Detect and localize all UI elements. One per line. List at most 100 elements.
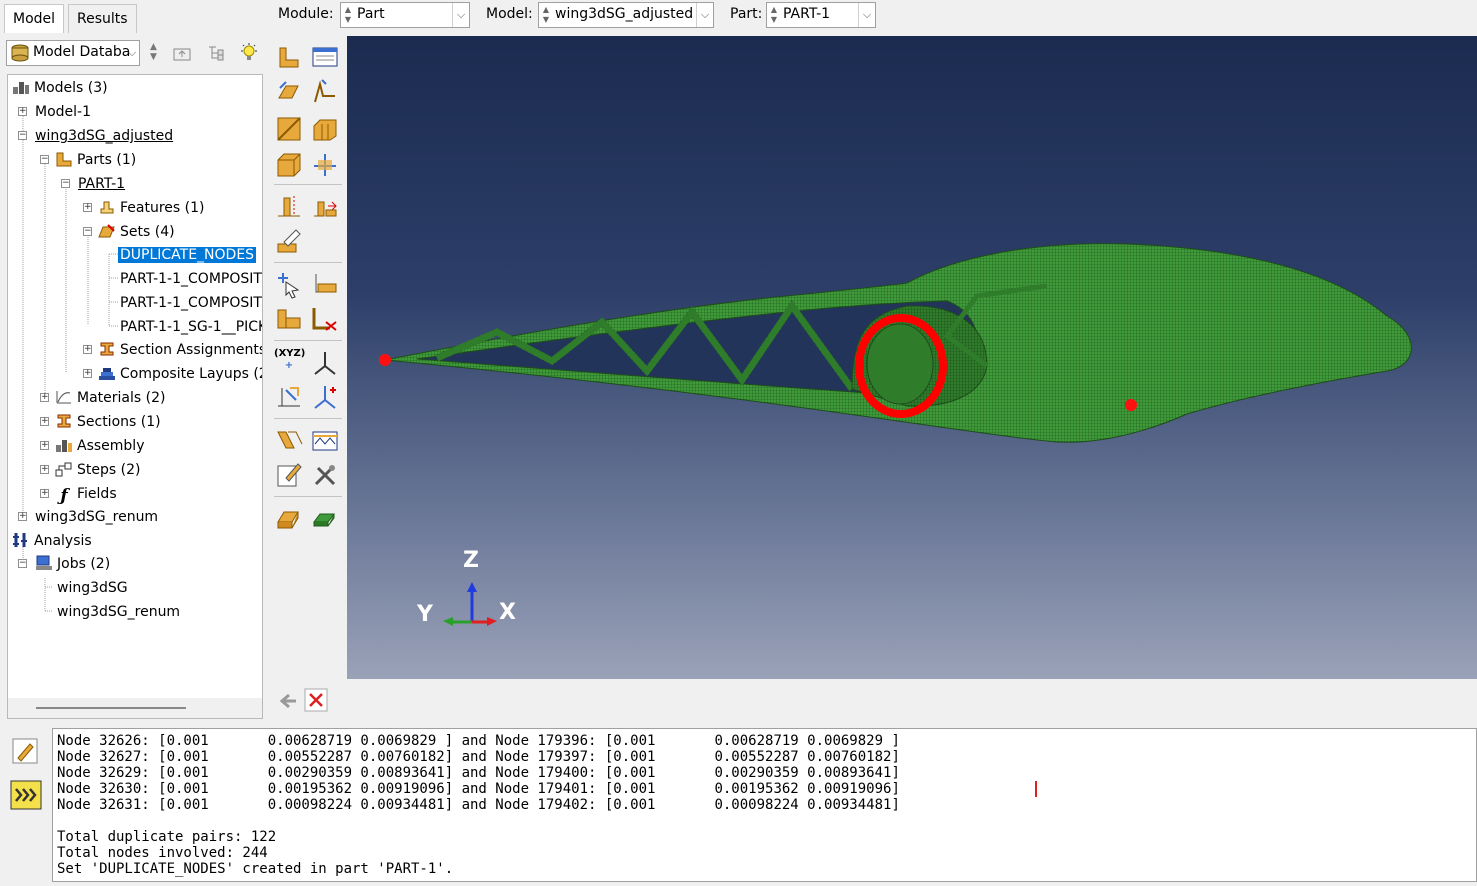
mesh-part-icon[interactable] [310, 426, 340, 456]
expand-icon[interactable]: + [40, 465, 49, 474]
tab-results[interactable]: Results [68, 4, 137, 33]
materials-icon [56, 391, 71, 404]
tree-item-wing3dsg-renum[interactable]: wing3dSG_renum [35, 506, 158, 528]
tree-item-section-assignments[interactable]: Section Assignments [98, 339, 263, 361]
viewport[interactable]: Z Y X [347, 36, 1477, 679]
expand-icon[interactable]: + [18, 512, 27, 521]
assign-section-icon[interactable] [274, 504, 304, 534]
chevron-down-icon[interactable]: ⌵ [858, 3, 875, 27]
tree-item-part-1[interactable]: PART-1 [78, 173, 125, 195]
tree-item-pick-set[interactable]: PART-1-1_SG-1__PICK [120, 316, 262, 338]
database-icon [11, 44, 29, 62]
chevron-down-icon[interactable]: ⌵ [125, 41, 139, 65]
tree-item-composite-layups[interactable]: Composite Layups (2 [98, 363, 263, 385]
part-value: PART-1 [783, 6, 831, 22]
spin-icon[interactable]: ▲ ▼ [541, 5, 551, 25]
tree-item-models[interactable]: Models (3) [12, 77, 108, 99]
collapse-icon[interactable]: − [61, 179, 70, 188]
tree-item-model-1[interactable]: Model-1 [35, 101, 91, 123]
tree-item-assembly[interactable]: Assembly [55, 435, 144, 457]
analysis-icon [13, 533, 27, 547]
tab-model[interactable]: Model [4, 4, 65, 33]
expand-icon[interactable]: + [40, 489, 49, 498]
tree-item-features[interactable]: Features (1) [98, 197, 204, 219]
tree-item-steps[interactable]: Steps (2) [55, 459, 140, 481]
lightbulb-icon[interactable] [238, 42, 260, 64]
expand-icon[interactable]: + [83, 203, 92, 212]
mesh-seed-icon[interactable] [274, 426, 304, 456]
part-manager-icon[interactable] [310, 42, 340, 72]
message-area-icon[interactable] [10, 736, 40, 766]
scrollbar-thumb[interactable] [36, 707, 186, 709]
tree-item-composite-set-2[interactable]: PART-1-1_COMPOSIT [120, 292, 262, 314]
tree-horizontal-scrollbar[interactable] [7, 698, 263, 719]
partition-icon[interactable] [310, 150, 340, 180]
collapse-icon[interactable]: − [83, 227, 92, 236]
create-set-icon[interactable] [310, 270, 340, 300]
create-part-icon[interactable] [274, 42, 304, 72]
part-combo[interactable]: ▲ ▼ PART-1 ⌵ [766, 2, 876, 28]
query-pick-icon[interactable] [274, 270, 304, 300]
create-datum-icon[interactable] [274, 192, 304, 222]
expand-icon[interactable]: + [40, 417, 49, 426]
model-database-combo[interactable]: Model Databa ⌵ [6, 40, 140, 66]
datum-plane-icon[interactable] [310, 382, 340, 412]
plugin-icon[interactable] [310, 504, 340, 534]
command-line-icon[interactable] [10, 780, 42, 810]
tree-label-sections: Sections (1) [77, 414, 161, 430]
tree-item-job-wing3dsg[interactable]: wing3dSG [57, 577, 128, 599]
message-line: Node 32626: [0.001 0.00628719 0.0069829 … [57, 733, 900, 749]
tree-item-wing3dsg-adjusted[interactable]: wing3dSG_adjusted [35, 125, 173, 147]
tree-item-parts[interactable]: Parts (1) [55, 149, 136, 171]
create-shell-icon[interactable] [310, 78, 340, 108]
collapse-icon[interactable]: − [18, 131, 27, 140]
expand-icon[interactable]: + [18, 107, 27, 116]
spin-icon[interactable]: ▲ ▼ [343, 5, 353, 25]
tree-item-job-wing3dsg-renum[interactable]: wing3dSG_renum [57, 601, 180, 623]
module-combo[interactable]: ▲ ▼ Part ⌵ [340, 2, 470, 28]
tree-item-duplicate-nodes[interactable]: DUPLICATE_NODES [118, 244, 257, 266]
expand-icon[interactable]: + [83, 369, 92, 378]
expand-icon[interactable]: + [40, 393, 49, 402]
tree-item-fields[interactable]: ƒ Fields [55, 483, 117, 505]
spin-icon[interactable]: ▲ ▼ [769, 5, 779, 25]
tree-label-composite-layups: Composite Layups (2 [120, 366, 263, 382]
tree-item-analysis[interactable]: Analysis [12, 530, 92, 552]
create-wire-icon[interactable] [274, 114, 304, 144]
tree-item-materials[interactable]: Materials (2) [55, 387, 165, 409]
expand-icon[interactable]: + [83, 345, 92, 354]
tree-label-fields: Fields [77, 486, 117, 502]
collapse-icon[interactable]: − [40, 155, 49, 164]
parent-folder-icon[interactable] [172, 44, 192, 62]
edit-feature-icon[interactable] [274, 226, 304, 256]
collapse-icon[interactable]: − [18, 559, 27, 568]
model-combo[interactable]: ▲ ▼ wing3dSG_adjusted ⌵ [538, 2, 714, 28]
section-assignments-icon [100, 342, 114, 356]
datum-manager-icon[interactable] [310, 192, 340, 222]
chevron-down-icon[interactable]: ⌵ [696, 3, 713, 27]
create-surface-icon[interactable] [310, 304, 340, 334]
create-coordinate-system-icon[interactable]: (XYZ) + [274, 348, 305, 378]
tree-item-sections[interactable]: Sections (1) [55, 411, 161, 433]
datum-axis-icon[interactable] [274, 382, 304, 412]
expand-icon[interactable]: + [40, 441, 49, 450]
tree-item-sets[interactable]: Sets (4) [98, 221, 175, 243]
edit-mesh-icon[interactable] [274, 460, 304, 490]
back-arrow-icon[interactable] [278, 690, 300, 712]
tools-icon[interactable] [310, 460, 340, 490]
tree-label-section-assignments: Section Assignments [120, 342, 263, 358]
create-cut-icon[interactable] [310, 114, 340, 144]
cancel-icon[interactable] [304, 688, 328, 712]
tree-item-jobs[interactable]: Jobs (2) [35, 553, 110, 575]
create-round-icon[interactable] [274, 150, 304, 180]
toolbox: (XYZ) + [270, 36, 346, 716]
chevron-down-icon[interactable]: ⌵ [452, 3, 469, 27]
set-manager-icon[interactable] [274, 304, 304, 334]
tree-label-sets: Sets (4) [120, 224, 175, 240]
create-solid-extrude-icon[interactable] [274, 78, 304, 108]
up-down-arrows-icon[interactable]: ▲ ▼ [150, 42, 157, 62]
datum-csys-icon[interactable] [310, 348, 340, 378]
axis-x-label: X [499, 600, 516, 625]
tree-item-composite-set-1[interactable]: PART-1-1_COMPOSIT [120, 268, 262, 290]
filter-tree-icon[interactable] [206, 44, 226, 62]
